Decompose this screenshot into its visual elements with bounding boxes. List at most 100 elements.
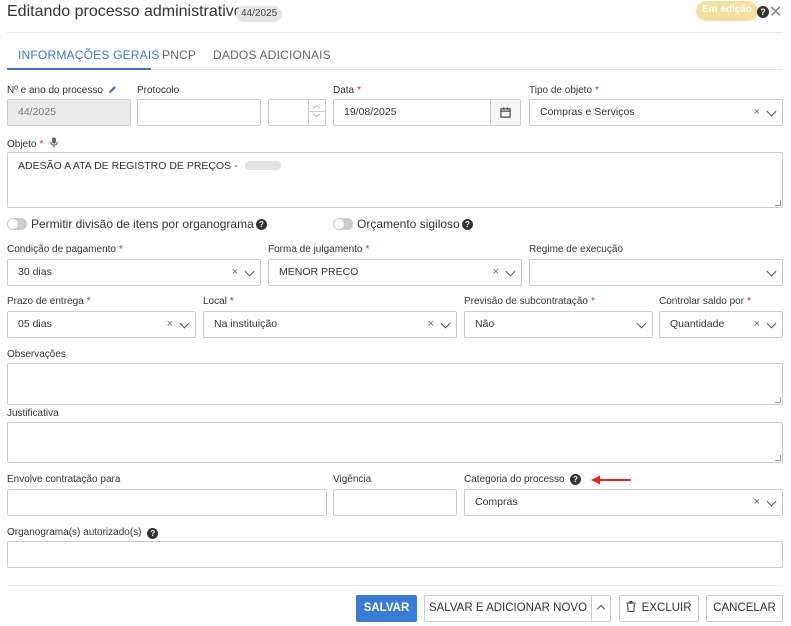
vigencia-input[interactable] (333, 489, 457, 516)
organogramas-label: Organograma(s) autorizado(s) ? (7, 527, 159, 539)
trash-icon (626, 601, 636, 613)
chevron-down-icon[interactable] (440, 318, 451, 329)
question-circle-icon[interactable]: ? (147, 528, 159, 539)
status-badge: Em edição (696, 1, 759, 21)
question-circle-icon[interactable]: ? (462, 219, 473, 230)
clear-icon[interactable]: × (754, 100, 760, 125)
chevron-down-icon[interactable] (636, 318, 647, 329)
data-input[interactable]: 19/08/2025 (333, 99, 491, 126)
page-title: Editando processo administrativo (7, 3, 243, 20)
protocolo-input[interactable] (137, 99, 261, 126)
ano-spinner[interactable]: ︿ ﹀ (308, 99, 326, 126)
justificativa-textarea[interactable] (7, 422, 783, 463)
previsao-subcontratacao-label: Previsão de subcontratação * (464, 296, 595, 307)
redacted-text (244, 161, 281, 170)
chevron-down-icon[interactable] (766, 106, 777, 117)
chevron-down-icon[interactable] (505, 266, 516, 277)
regime-execucao-select[interactable] (529, 259, 783, 286)
objeto-textarea[interactable]: ADESÃO A ATA DE REGISTRO DE PREÇOS - (7, 152, 783, 208)
question-circle-icon[interactable]: ? (256, 219, 267, 230)
observacoes-label: Observações (7, 349, 66, 360)
close-icon[interactable]: ✕ (769, 2, 782, 24)
condicao-pagamento-select[interactable]: 30 dias × (7, 259, 261, 286)
chevron-down-icon[interactable] (179, 318, 190, 329)
forma-julgamento-label: Forma de julgamento * (268, 244, 370, 255)
clear-icon[interactable]: × (754, 312, 760, 337)
ano-protocolo-input[interactable] (268, 99, 309, 126)
data-label: Data * (333, 85, 362, 96)
question-circle-icon[interactable]: ? (570, 474, 581, 485)
protocolo-label: Protocolo (137, 85, 180, 96)
cancel-button[interactable]: CANCELAR (706, 595, 783, 622)
footer-divider (7, 585, 783, 586)
categoria-processo-select[interactable]: Compras × (464, 489, 783, 516)
prazo-entrega-value: 05 dias (18, 318, 52, 330)
resize-handle[interactable] (775, 200, 781, 206)
vigencia-label: Vigência (333, 474, 372, 485)
organogramas-select[interactable] (7, 541, 783, 568)
categoria-processo-value: Compras (475, 496, 518, 508)
observacoes-textarea[interactable] (7, 363, 783, 405)
controlar-saldo-value: Quantidade (670, 318, 725, 330)
pencil-icon[interactable] (108, 85, 117, 94)
prazo-entrega-select[interactable]: 05 dias × (7, 311, 196, 338)
condicao-pagamento-label: Condição de pagamento * (7, 244, 123, 255)
prazo-entrega-label: Prazo de entrega * (7, 296, 91, 307)
local-value: Na instituição (214, 318, 278, 330)
clear-icon[interactable]: × (232, 260, 238, 285)
save-and-add-button[interactable]: SALVAR E ADICIONAR NOVO (424, 595, 592, 622)
previsao-subcontratacao-select[interactable]: Não (464, 311, 653, 338)
delete-button-label: EXCLUIR (641, 602, 692, 614)
calendar-button[interactable] (490, 99, 521, 126)
controlar-saldo-select[interactable]: Quantidade × (659, 311, 783, 338)
question-circle-icon[interactable]: ? (757, 6, 769, 18)
previsao-subcontratacao-value: Não (475, 318, 495, 330)
resize-handle[interactable] (775, 455, 781, 461)
regime-execucao-label: Regime de execução (529, 244, 623, 255)
clear-icon[interactable]: × (754, 490, 760, 515)
chevron-down-icon[interactable] (766, 318, 777, 329)
numero-field: 44/2025 (7, 99, 131, 126)
calendar-icon (500, 107, 511, 118)
forma-julgamento-value: MENOR PRECO (279, 266, 359, 278)
spinner-down-icon[interactable]: ﹀ (308, 113, 325, 125)
process-number-badge: 44/2025 (236, 6, 283, 22)
resize-handle[interactable] (775, 397, 781, 403)
categoria-processo-label: Categoria do processo (464, 474, 565, 485)
delete-button[interactable]: EXCLUIR (619, 595, 699, 622)
permitir-divisao-label: Permitir divisão de itens por organogram… (31, 217, 254, 231)
condicao-pagamento-value: 30 dias (18, 266, 52, 278)
envolve-contratacao-input[interactable] (7, 489, 327, 516)
objeto-value: ADESÃO A ATA DE REGISTRO DE PREÇOS - (18, 160, 238, 172)
objeto-label: Objeto * (7, 137, 58, 150)
forma-julgamento-select[interactable]: MENOR PRECO × (268, 259, 522, 286)
local-label: Local * (203, 296, 234, 307)
save-button[interactable]: SALVAR (356, 595, 417, 622)
orcamento-sigiloso-toggle[interactable] (333, 218, 353, 230)
clear-icon[interactable]: × (428, 312, 434, 337)
tipo-objeto-select[interactable]: Compras e Serviços × (529, 99, 783, 126)
tab-dados-adicionais[interactable]: DADOS ADICIONAIS (213, 48, 331, 62)
tipo-objeto-label: Tipo de objeto * (529, 85, 599, 96)
chevron-down-icon[interactable] (244, 266, 255, 277)
annotation-arrow-icon (591, 475, 631, 485)
permitir-divisao-toggle[interactable] (7, 218, 27, 230)
chevron-up-icon (596, 604, 606, 614)
tab-informacoes-gerais[interactable]: INFORMAÇÕES GERAIS (18, 48, 160, 62)
save-options-toggle[interactable] (591, 595, 611, 622)
tipo-objeto-value: Compras e Serviços (540, 106, 635, 118)
controlar-saldo-label: Controlar saldo por * (659, 296, 751, 307)
clear-icon[interactable]: × (493, 260, 499, 285)
orcamento-sigiloso-label: Orçamento sigiloso (357, 217, 460, 231)
chevron-down-icon[interactable] (766, 266, 777, 277)
chevron-down-icon[interactable] (766, 496, 777, 507)
clear-icon[interactable]: × (167, 312, 173, 337)
header-divider (7, 32, 783, 33)
justificativa-label: Justificativa (7, 408, 59, 419)
active-tab-indicator (7, 68, 151, 70)
numero-label: Nº e ano do processo (7, 85, 117, 96)
spinner-up-icon[interactable]: ︿ (308, 100, 325, 112)
microphone-icon[interactable] (50, 137, 58, 148)
tab-pncp[interactable]: PNCP (162, 48, 196, 62)
local-select[interactable]: Na instituição × (203, 311, 457, 338)
